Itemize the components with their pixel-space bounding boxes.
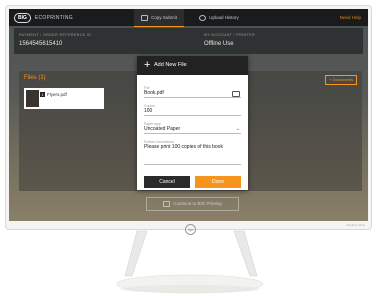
monitor-stand [116,230,264,294]
